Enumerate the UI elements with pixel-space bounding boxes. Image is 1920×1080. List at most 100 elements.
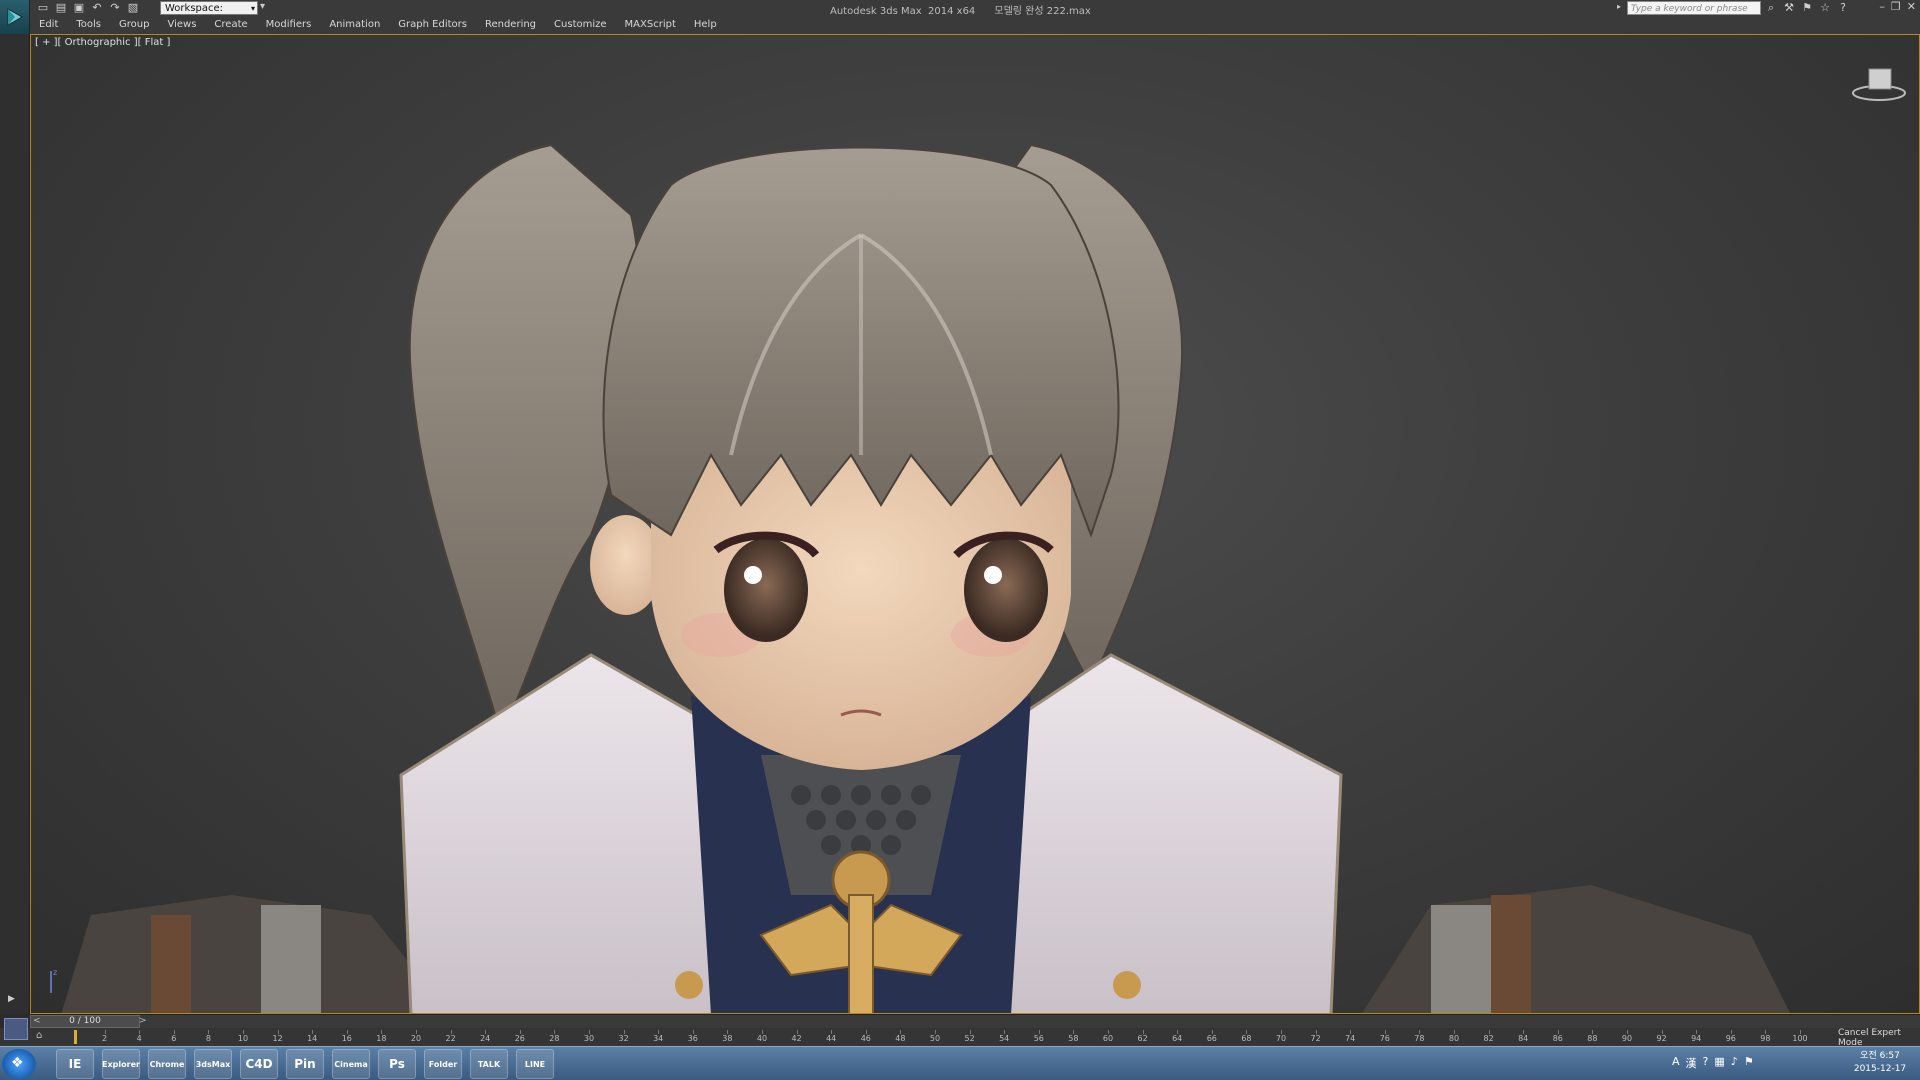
ruler-label: 62: [1137, 1034, 1148, 1043]
ruler-label: 6: [171, 1034, 177, 1043]
taskbar-app-c4d[interactable]: C4D: [240, 1049, 278, 1079]
cancel-expert-mode-button[interactable]: Cancel Expert Mode: [1838, 1028, 1920, 1048]
system-tray: A 漢 ? ▦ ♪ ⚑: [1672, 1055, 1754, 1071]
ime-icon[interactable]: A: [1672, 1055, 1680, 1071]
ruler-label: 38: [722, 1034, 733, 1043]
menu-item-maxscript[interactable]: MAXScript: [616, 16, 685, 34]
menu-item-group[interactable]: Group: [110, 16, 158, 34]
infocenter-toolbar: ⌕ ⚒ ⚑ ☆ ?: [1764, 1, 1850, 15]
workspace-dropdown[interactable]: Workspace: Default ▾: [160, 1, 258, 28]
time-slider[interactable]: < 0 / 100 >: [30, 1015, 147, 1028]
flag-icon[interactable]: ⚑: [1744, 1055, 1754, 1071]
start-button[interactable]: ❖: [2, 1049, 36, 1079]
workspace-menu-arrow-icon[interactable]: ▾: [260, 1, 265, 12]
ruler-label: 50: [929, 1034, 941, 1043]
next-frame-icon[interactable]: >: [139, 1016, 147, 1027]
ruler-label: 72: [1310, 1034, 1321, 1043]
ruler-label: 24: [480, 1034, 491, 1043]
ruler-label: 44: [826, 1034, 837, 1043]
taskbar-app-line[interactable]: LINE: [516, 1049, 554, 1079]
menu-item-rendering[interactable]: Rendering: [476, 16, 545, 34]
ruler-label: 54: [999, 1034, 1010, 1043]
ruler-label: 66: [1206, 1034, 1217, 1043]
new-file-icon[interactable]: ▭: [36, 1, 50, 15]
taskbar-app-ie[interactable]: IE: [56, 1049, 94, 1079]
ruler-label: 96: [1725, 1034, 1736, 1043]
communication-icon[interactable]: ⚑: [1800, 1, 1814, 15]
menu-item-views[interactable]: Views: [158, 16, 205, 34]
ruler-label: 88: [1587, 1034, 1598, 1043]
ruler-label: 74: [1345, 1034, 1356, 1043]
project-folder-icon[interactable]: ▧: [126, 1, 140, 15]
close-icon[interactable]: ✕: [1907, 0, 1916, 13]
hanja-icon[interactable]: 漢: [1686, 1055, 1697, 1071]
time-cursor[interactable]: [74, 1030, 77, 1044]
ruler-label: 34: [653, 1034, 664, 1043]
ruler-label: 56: [1033, 1034, 1044, 1043]
help-tray-icon[interactable]: ?: [1703, 1055, 1709, 1071]
save-icon[interactable]: ▣: [72, 1, 86, 15]
clock-date: 2015-12-17: [1853, 1064, 1907, 1074]
play-animation-icon[interactable]: ▶: [8, 994, 15, 1004]
time-slider-bar: < 0 / 100 >: [30, 1014, 1920, 1028]
ruler-label: 4: [136, 1034, 142, 1043]
axis-z-label: z: [53, 968, 57, 977]
ruler-label: 52: [964, 1034, 975, 1043]
search-input[interactable]: Type a keyword or phrase: [1627, 1, 1761, 15]
ruler-label: 100: [1792, 1034, 1808, 1043]
network-icon[interactable]: ▦: [1714, 1055, 1724, 1071]
volume-icon[interactable]: ♪: [1731, 1055, 1738, 1071]
undo-icon[interactable]: ↶: [90, 1, 104, 15]
viewcube[interactable]: [1849, 63, 1909, 103]
help-icon[interactable]: ?: [1836, 1, 1850, 15]
open-file-icon[interactable]: ▤: [54, 1, 68, 15]
menu-item-edit[interactable]: Edit: [30, 16, 67, 34]
binoculars-icon[interactable]: ⌕: [1764, 1, 1778, 15]
ruler-label: 58: [1068, 1034, 1079, 1043]
menu-item-customize[interactable]: Customize: [545, 16, 616, 34]
ruler-label: 18: [376, 1034, 387, 1043]
menu-item-animation[interactable]: Animation: [320, 16, 389, 34]
app-menu-button[interactable]: [0, 0, 30, 34]
menu-item-create[interactable]: Create: [205, 16, 256, 34]
viewport-orthographic[interactable]: [ + ][ Orthographic ][ Flat ] z: [30, 34, 1920, 1014]
ruler-label: 92: [1656, 1034, 1667, 1043]
menu-item-help[interactable]: Help: [685, 16, 726, 34]
window-title: Autodesk 3ds Max 2014 x64 모델링 완성 222.max: [830, 6, 1091, 17]
taskbar-app-ps[interactable]: Ps: [378, 1049, 416, 1079]
prev-frame-icon[interactable]: <: [33, 1016, 41, 1027]
taskbar-app-chrome[interactable]: Chrome: [148, 1049, 186, 1079]
left-strip: ▶: [0, 34, 30, 1014]
ruler-label: 8: [205, 1034, 211, 1043]
ruler-label: 40: [756, 1034, 768, 1043]
timeline-ruler[interactable]: 2 4 6 8 10 12 14 16 18 20 22 24 26 28 30 32 34 36 38 40 42 44…: [70, 1030, 1808, 1046]
ruler-label: 36: [687, 1034, 698, 1043]
ruler-label: 76: [1379, 1034, 1390, 1043]
taskbar-app-talk[interactable]: TALK: [470, 1049, 508, 1079]
search-expand-icon[interactable]: ▸: [1617, 2, 1621, 11]
viewcube-icon: [1852, 68, 1906, 101]
clock[interactable]: 오전 6:57 2015-12-17: [1850, 1050, 1910, 1076]
taskbar-app-3dsmax[interactable]: 3dsMax: [194, 1049, 232, 1079]
mini-curve-editor-toggle[interactable]: [4, 1018, 28, 1040]
taskbar-app-cinema[interactable]: Cinema: [332, 1049, 370, 1079]
curve-editor-icon[interactable]: ⌂: [36, 1030, 42, 1041]
axis-tripod-icon: z: [50, 968, 57, 993]
minimize-icon[interactable]: –: [1879, 0, 1885, 13]
restore-icon[interactable]: ❐: [1891, 0, 1901, 13]
redo-icon[interactable]: ↷: [108, 1, 122, 15]
favorites-icon[interactable]: ☆: [1818, 1, 1832, 15]
ruler-label: 14: [307, 1034, 318, 1043]
ruler-label: 94: [1691, 1034, 1702, 1043]
title-bar: ▭ ▤ ▣ ↶ ↷ ▧ Workspace: Default ▾ ▾ Autod…: [0, 0, 1920, 28]
ruler-label: 90: [1621, 1034, 1633, 1043]
menu-item-modifiers[interactable]: Modifiers: [257, 16, 321, 34]
frame-display: 0 / 100: [69, 1016, 101, 1026]
taskbar-app-folder[interactable]: Folder: [424, 1049, 462, 1079]
menu-item-graph-editors[interactable]: Graph Editors: [389, 16, 476, 34]
taskbar-app-explorer[interactable]: Explorer: [102, 1049, 140, 1079]
subscription-icon[interactable]: ⚒: [1782, 1, 1796, 15]
taskbar-app-pin[interactable]: Pin: [286, 1049, 324, 1079]
chevron-down-icon: ▾: [250, 4, 255, 13]
menu-item-tools[interactable]: Tools: [67, 16, 110, 34]
